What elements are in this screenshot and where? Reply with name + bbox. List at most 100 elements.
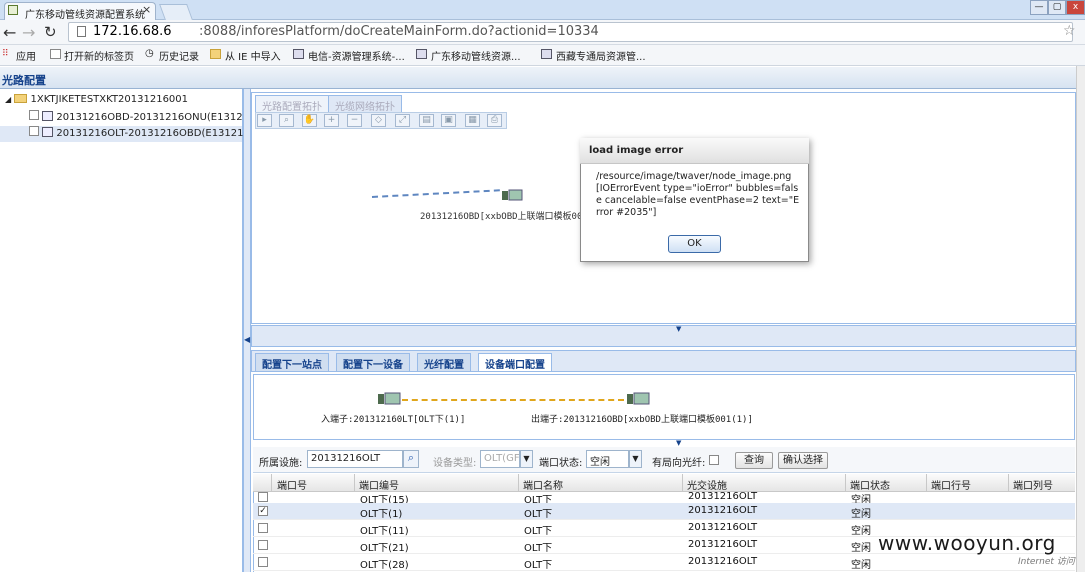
site-icon (416, 49, 427, 59)
close-window-button[interactable]: x (1066, 0, 1085, 15)
expand-triangle-icon[interactable]: ◢ (5, 95, 11, 104)
row-checkbox[interactable]: ✓ (258, 506, 268, 516)
site-icon (293, 49, 304, 59)
cell-facility: 20131216OLT (688, 556, 758, 567)
select-arrow-icon[interactable]: ▸ (257, 114, 272, 127)
print-icon[interactable]: ⎙ (487, 114, 502, 127)
port-status-label: 端口状态: (539, 458, 583, 469)
port-status-select[interactable]: 空闲 (586, 450, 629, 468)
collapse-left-icon[interactable]: ◀ (244, 335, 250, 344)
tab-cable-topology[interactable]: 光缆网络拓扑 (328, 95, 402, 113)
tree-item-selected[interactable]: 20131216OLT-20131216OBD(E131216 (0, 126, 250, 142)
tab-route-topology[interactable]: 光路配置拓扑 (255, 95, 329, 113)
search-icon[interactable]: ⌕ (403, 450, 419, 468)
page-scrollbar[interactable] (1076, 66, 1085, 572)
chevron-down-icon[interactable]: ▼ (520, 450, 533, 468)
site-icon (541, 49, 552, 59)
cell-port-status: 空闲 (851, 560, 871, 571)
reload-icon[interactable]: ↻ (44, 23, 57, 41)
panel-splitter[interactable] (243, 89, 251, 572)
tree-root-node[interactable]: ◢ 1XKTJIKETESTXKT20131216001 (5, 94, 188, 110)
page-title: 光路配置 (2, 74, 46, 87)
ie-status-text: Internet 访问 (1018, 557, 1075, 567)
pan-hand-icon[interactable]: ✋ (302, 114, 317, 127)
magnify-icon[interactable]: ⌕ (279, 114, 294, 127)
tab-favicon-icon (8, 5, 18, 15)
bookmark-history[interactable]: 历史记录 (159, 48, 199, 63)
tab-close-icon[interactable]: × (142, 3, 151, 16)
zoom-out-icon[interactable]: − (347, 114, 362, 127)
in-port-device-icon[interactable] (377, 391, 401, 406)
collapse-down-icon[interactable]: ▼ (676, 439, 681, 447)
collapse-down-icon[interactable]: ▼ (676, 325, 681, 333)
folder-icon (14, 94, 28, 103)
browser-tab[interactable]: 广东移动管线资源配置系统 (4, 2, 156, 20)
page-icon (50, 49, 61, 59)
new-tab-button[interactable] (159, 4, 193, 20)
row-checkbox[interactable] (258, 540, 268, 550)
zoom-in-icon[interactable]: + (324, 114, 339, 127)
device-type-label: 设备类型: (433, 458, 477, 469)
fit-window-icon[interactable]: ⤢ (395, 114, 410, 127)
in-port-label: 入端子:201312160LT[OLT下(1)] (321, 415, 466, 425)
tab-fiber-config[interactable]: 光纤配置 (417, 353, 471, 371)
back-arrow-icon[interactable]: ← (3, 23, 16, 42)
cell-port-status: 空闲 (851, 509, 871, 520)
row-checkbox[interactable] (258, 557, 268, 567)
cell-facility: 20131216OLT (688, 491, 758, 502)
export-icon[interactable]: ▣ (441, 114, 456, 127)
dialog-message: /resource/image/twaver/node_image.png [I… (596, 171, 800, 218)
bookmark-tibet[interactable]: 西藏专通局资源管... (556, 48, 646, 63)
tree-checkbox[interactable] (29, 110, 39, 120)
folder-icon (210, 49, 221, 59)
device-type-select[interactable]: OLT(GF (480, 450, 520, 468)
chevron-down-icon[interactable]: ▼ (629, 450, 642, 468)
bookmark-apps[interactable]: 应用 (16, 48, 36, 63)
row-checkbox[interactable] (258, 523, 268, 533)
table-row[interactable]: ✓ OLT下(1) OLT下 20131216OLT 空闲 (253, 503, 1075, 520)
route-tree: ◢ 1XKTJIKETESTXKT20131216001 20131216OBD… (0, 89, 255, 572)
url-host: 172.16.68.6 (93, 24, 172, 39)
cell-facility: 20131216OLT (688, 539, 758, 550)
zoom-reset-icon[interactable]: ◇ (371, 114, 386, 127)
overview-icon[interactable]: ▤ (419, 114, 434, 127)
tree-item[interactable]: 20131216OBD-20131216ONU(E131216 (29, 110, 255, 126)
table-row[interactable]: OLT下(28) OLT下 20131216OLT 空闲 (253, 554, 1075, 571)
image-icon[interactable]: ▦ (465, 114, 480, 127)
query-button[interactable]: 查询 (735, 452, 773, 469)
device-node-icon[interactable] (501, 188, 523, 202)
cell-port-status: 空闲 (851, 543, 871, 554)
bookmark-telecom[interactable]: 电信-资源管理系统-... (308, 48, 405, 63)
cell-port-code: OLT下(21) (360, 543, 409, 554)
bookmark-ie-import[interactable]: 从 IE 中导入 (225, 48, 281, 63)
confirm-select-button[interactable]: 确认选择 (778, 452, 828, 469)
row-checkbox[interactable] (258, 492, 268, 502)
facility-label: 所属设施: (259, 458, 303, 469)
port-diagram (253, 374, 1075, 440)
url-path: :8088/inforesPlatform/doCreateMainForm.d… (199, 24, 599, 39)
maximize-button[interactable]: ▢ (1048, 0, 1066, 15)
bookmark-gd-mobile[interactable]: 广东移动管线资源... (431, 48, 521, 63)
out-port-device-icon[interactable] (626, 391, 650, 406)
app-header (0, 67, 1085, 89)
tab-next-site[interactable]: 配置下一站点 (255, 353, 329, 371)
dialog-title: load image error (580, 138, 809, 164)
bookmark-star-icon[interactable]: ☆ (1063, 23, 1076, 39)
bookmark-new-tab[interactable]: 打开新的标签页 (64, 48, 134, 63)
ok-button[interactable]: OK (668, 235, 721, 253)
watermark: www.wooyun.org (878, 531, 1056, 555)
direction-fiber-checkbox[interactable] (709, 455, 719, 465)
tab-next-device[interactable]: 配置下一设备 (336, 353, 410, 371)
cell-port-code: OLT下(1) (360, 509, 403, 520)
forward-arrow-icon[interactable]: → (22, 23, 35, 42)
route-icon (42, 127, 54, 137)
cell-facility: 20131216OLT (688, 505, 758, 516)
apps-grid-icon: ⠿ (2, 49, 9, 59)
direction-fiber-label: 有局向光纤: (652, 458, 706, 469)
tab-port-config[interactable]: 设备端口配置 (478, 353, 552, 371)
minimize-button[interactable]: — (1030, 0, 1048, 15)
tree-checkbox[interactable] (29, 126, 39, 136)
panel-divider[interactable] (251, 325, 1076, 347)
port-connection-line (402, 399, 624, 401)
facility-input[interactable]: 20131216OLT (307, 450, 403, 468)
